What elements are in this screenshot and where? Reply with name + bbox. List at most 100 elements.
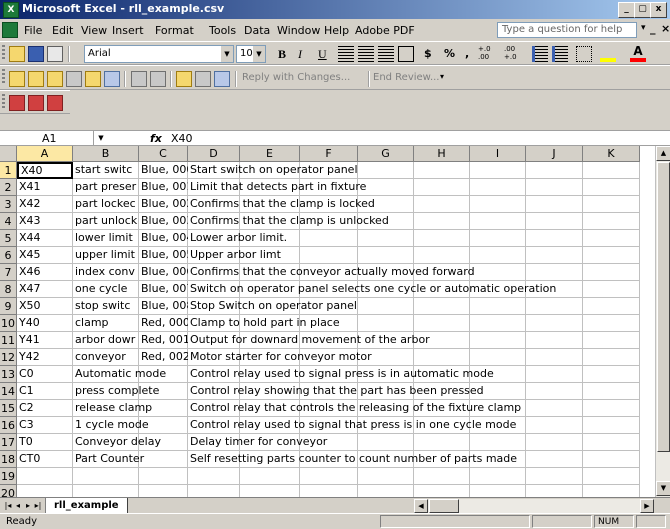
grid-cell[interactable]	[414, 349, 470, 366]
grid-cell[interactable]	[583, 247, 640, 264]
grid-cell[interactable]	[300, 230, 358, 247]
menu-tools[interactable]: Tools	[209, 24, 236, 37]
align-center-icon[interactable]	[358, 46, 374, 62]
grid-cell[interactable]	[73, 485, 139, 497]
cell-a8[interactable]: X47	[17, 281, 73, 298]
toolbar-options-icon[interactable]: ▾	[440, 72, 444, 81]
column-header-b[interactable]: B	[73, 146, 139, 162]
horizontal-scrollbar[interactable]: ◀ ▶	[414, 499, 654, 513]
row-header[interactable]: 14	[0, 383, 17, 400]
row-header[interactable]: 2	[0, 179, 17, 196]
print-icon[interactable]	[47, 46, 63, 62]
underline-button[interactable]: U	[318, 47, 327, 62]
grid-cell[interactable]	[526, 196, 583, 213]
cell-b6[interactable]: upper limit	[73, 247, 139, 264]
scroll-thumb[interactable]	[429, 499, 459, 513]
review-icon[interactable]	[47, 71, 63, 87]
row-header[interactable]: 7	[0, 264, 17, 281]
cell-a9[interactable]: X50	[17, 298, 73, 315]
grid-cell[interactable]	[526, 349, 583, 366]
cell-b15[interactable]: release clamp	[73, 400, 152, 417]
scroll-left-icon[interactable]: ◀	[414, 499, 428, 513]
grid-cell[interactable]	[73, 468, 139, 485]
grid-cell[interactable]	[583, 400, 640, 417]
font-name-select[interactable]: Arial ▼	[84, 45, 234, 63]
grid-cell[interactable]	[358, 298, 414, 315]
cell-a17[interactable]: T0	[17, 434, 73, 451]
cell-c10[interactable]: Red, 000	[139, 315, 188, 332]
row-header[interactable]: 5	[0, 230, 17, 247]
grid-cell[interactable]	[583, 281, 640, 298]
pdf-icon[interactable]	[47, 95, 63, 111]
review-icon[interactable]	[28, 71, 44, 87]
menu-adobe-pdf[interactable]: Adobe PDF	[355, 24, 415, 37]
increase-decimal-button[interactable]: +.0 .00	[478, 45, 502, 61]
row-header[interactable]: 3	[0, 196, 17, 213]
grid-cell[interactable]	[300, 485, 358, 497]
doc-minimize-icon[interactable]: _	[650, 22, 656, 35]
pdf-icon[interactable]	[9, 95, 25, 111]
cell-b16[interactable]: 1 cycle mode	[73, 417, 149, 434]
cell-d15[interactable]: Control relay that controls the releasin…	[188, 400, 521, 417]
grid-cell[interactable]	[583, 383, 640, 400]
grid-cell[interactable]	[583, 417, 640, 434]
menu-window[interactable]: Window	[277, 24, 320, 37]
grid-cell[interactable]	[300, 468, 358, 485]
column-header-i[interactable]: I	[470, 146, 526, 162]
cell-b18[interactable]: Part Counter	[73, 451, 144, 468]
decrease-decimal-button[interactable]: .00 +.0	[504, 45, 528, 61]
currency-button[interactable]: $	[424, 47, 432, 60]
cell-a16[interactable]: C3	[17, 417, 73, 434]
cell-c9[interactable]: Blue, 008	[139, 298, 188, 315]
workbook-icon[interactable]	[2, 22, 18, 38]
row-header[interactable]: 9	[0, 298, 17, 315]
column-header-e[interactable]: E	[240, 146, 300, 162]
select-all-corner[interactable]	[0, 146, 17, 162]
bold-button[interactable]: B	[278, 47, 286, 62]
cell-b8[interactable]: one cycle	[73, 281, 139, 298]
reply-with-changes-button[interactable]: Reply with Changes...	[242, 72, 350, 83]
fill-color-icon[interactable]	[600, 46, 616, 62]
grid-cell[interactable]	[526, 247, 583, 264]
grid-cell[interactable]	[358, 179, 414, 196]
grid-cell[interactable]	[583, 349, 640, 366]
column-header-d[interactable]: D	[188, 146, 240, 162]
grid-cell[interactable]	[240, 468, 300, 485]
font-color-icon[interactable]: A	[630, 45, 646, 62]
decrease-indent-icon[interactable]	[532, 46, 548, 62]
cell-d16[interactable]: Control relay used to signal that press …	[188, 417, 516, 434]
scroll-up-icon[interactable]: ▲	[656, 146, 670, 161]
grid-cell[interactable]	[470, 298, 526, 315]
grid-cell[interactable]	[526, 383, 583, 400]
font-size-select[interactable]: 10 ▼	[236, 45, 266, 63]
cell-a1[interactable]: X40	[17, 162, 73, 179]
cell-a10[interactable]: Y40	[17, 315, 73, 332]
restore-button[interactable]: ▢	[634, 2, 651, 18]
grid-cell[interactable]	[414, 315, 470, 332]
cell-b9[interactable]: stop switc	[73, 298, 139, 315]
align-left-icon[interactable]	[338, 46, 354, 62]
cell-c2[interactable]: Blue, 001	[139, 179, 188, 196]
close-button[interactable]: x	[650, 2, 667, 18]
chevron-down-icon[interactable]: ▼	[95, 131, 107, 146]
grid-cell[interactable]	[470, 468, 526, 485]
grid-cell[interactable]	[526, 400, 583, 417]
menu-help[interactable]: Help	[324, 24, 349, 37]
dropdown-icon[interactable]: ▾	[641, 23, 646, 33]
percent-button[interactable]: %	[444, 47, 455, 60]
grid-cell[interactable]	[139, 468, 188, 485]
scroll-right-icon[interactable]: ▶	[640, 499, 654, 513]
grid-cell[interactable]	[470, 179, 526, 196]
grid-cell[interactable]	[358, 485, 414, 497]
grid-cell[interactable]	[414, 162, 470, 179]
grid-cell[interactable]	[583, 315, 640, 332]
grid-cell[interactable]	[188, 485, 240, 497]
row-header[interactable]: 13	[0, 366, 17, 383]
cell-d6[interactable]: Upper arbor limt	[188, 247, 281, 264]
last-sheet-icon[interactable]: ▸|	[33, 500, 43, 512]
end-review-button[interactable]: End Review...	[373, 72, 439, 83]
cell-b4[interactable]: part unlock	[73, 213, 139, 230]
cell-d18[interactable]: Self resetting parts counter to count nu…	[188, 451, 517, 468]
minimize-button[interactable]: _	[618, 2, 635, 18]
cell-a2[interactable]: X41	[17, 179, 73, 196]
